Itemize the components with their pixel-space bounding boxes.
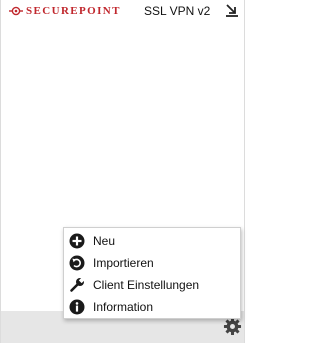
menu-item-import[interactable]: Importieren [64,252,240,274]
menu-item-label: Information [93,300,154,314]
menu-item-information[interactable]: Information [64,296,240,318]
vpn-client-window: SECUREPOINT SSL VPN v2 Neu Importieren C… [0,0,245,343]
product-title: SSL VPN v2 [144,4,211,18]
menu-item-client-settings[interactable]: Client Einstellungen [64,274,240,296]
menu-item-label: Neu [93,234,116,248]
gear-icon[interactable] [223,317,242,336]
plus-circle-icon [69,233,85,249]
info-icon [69,299,85,315]
minimize-to-tray-icon[interactable] [225,3,239,17]
menu-item-label: Client Einstellungen [93,278,200,292]
menu-item-label: Importieren [93,256,154,270]
title-bar: SECUREPOINT SSL VPN v2 [1,0,244,24]
wrench-icon [70,277,85,292]
menu-item-new[interactable]: Neu [64,230,240,252]
brand-logo-text: SECUREPOINT [26,5,121,17]
securepoint-logo-icon [9,6,23,16]
import-icon [69,255,85,271]
context-menu: Neu Importieren Client Einstellungen Inf… [63,227,241,319]
